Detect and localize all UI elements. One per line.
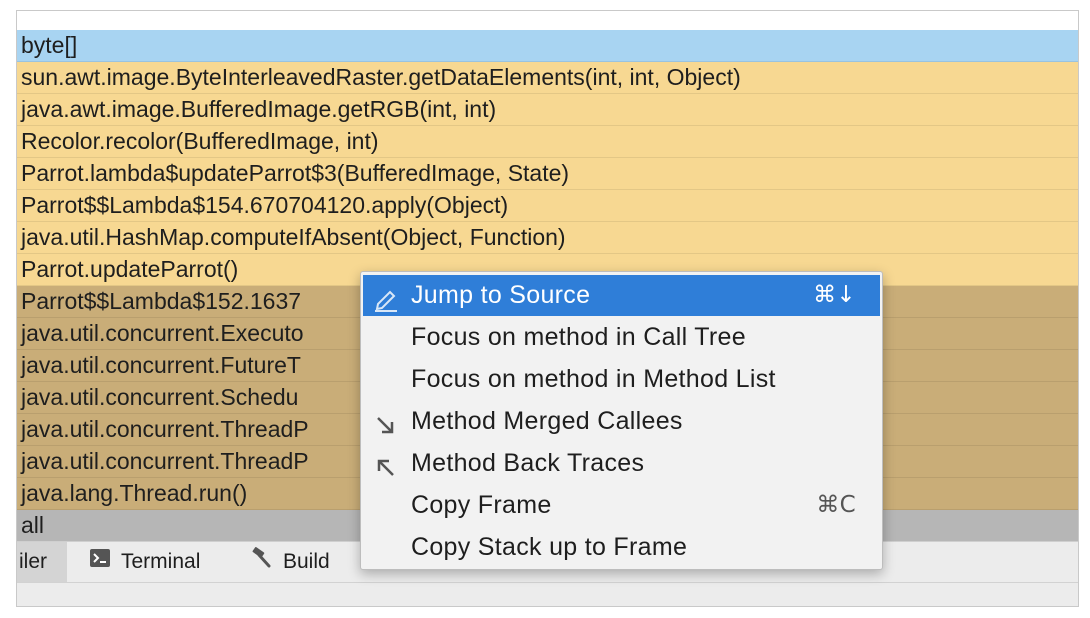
menu-item-focus-call-tree[interactable]: Focus on method in Call Tree bbox=[363, 317, 880, 358]
hammer-icon bbox=[249, 542, 273, 582]
menu-item-copy-frame[interactable]: Copy Frame ⌘C bbox=[363, 485, 880, 526]
arrow-up-left-icon bbox=[373, 452, 399, 476]
frame-row[interactable]: Recolor.recolor(BufferedImage, int) bbox=[17, 126, 1078, 158]
frame-row[interactable]: java.util.HashMap.computeIfAbsent(Object… bbox=[17, 222, 1078, 254]
menu-item-shortcut: ⌘C bbox=[816, 492, 856, 518]
frame-row[interactable]: byte[] bbox=[17, 30, 1078, 62]
tab-profiler[interactable]: iler bbox=[17, 542, 67, 582]
menu-item-merged-callees[interactable]: Method Merged Callees bbox=[363, 401, 880, 442]
menu-item-copy-stack[interactable]: Copy Stack up to Frame bbox=[363, 527, 880, 568]
menu-item-label: Method Merged Callees bbox=[411, 407, 683, 435]
menu-item-jump-to-source[interactable]: Jump to Source ⌘↓ bbox=[363, 275, 880, 316]
frame-row[interactable]: java.awt.image.BufferedImage.getRGB(int,… bbox=[17, 94, 1078, 126]
context-menu: Jump to Source ⌘↓ Focus on method in Cal… bbox=[360, 271, 883, 570]
tab-terminal[interactable]: Terminal bbox=[89, 542, 200, 582]
frame-row[interactable]: Parrot$$Lambda$154.670704120.apply(Objec… bbox=[17, 190, 1078, 222]
menu-item-label: Focus on method in Method List bbox=[411, 365, 776, 393]
menu-item-label: Copy Stack up to Frame bbox=[411, 533, 688, 561]
terminal-icon bbox=[89, 542, 111, 582]
arrow-down-right-icon bbox=[373, 410, 399, 434]
menu-item-label: Jump to Source bbox=[411, 281, 591, 309]
tab-terminal-label: Terminal bbox=[121, 550, 201, 573]
menu-item-back-traces[interactable]: Method Back Traces bbox=[363, 443, 880, 484]
tab-profiler-label: iler bbox=[19, 550, 48, 573]
tab-build[interactable]: Build bbox=[249, 542, 330, 582]
menu-item-label: Copy Frame bbox=[411, 491, 552, 519]
menu-item-shortcut: ⌘↓ bbox=[813, 282, 856, 308]
frame-row[interactable]: Parrot.lambda$updateParrot$3(BufferedIma… bbox=[17, 158, 1078, 190]
menu-item-label: Focus on method in Call Tree bbox=[411, 323, 746, 351]
pencil-icon bbox=[373, 284, 399, 312]
tab-build-label: Build bbox=[283, 550, 330, 573]
menu-item-focus-method-list[interactable]: Focus on method in Method List bbox=[363, 359, 880, 400]
menu-item-label: Method Back Traces bbox=[411, 449, 645, 477]
frame-row[interactable]: sun.awt.image.ByteInterleavedRaster.getD… bbox=[17, 62, 1078, 94]
status-bar bbox=[17, 582, 1078, 606]
